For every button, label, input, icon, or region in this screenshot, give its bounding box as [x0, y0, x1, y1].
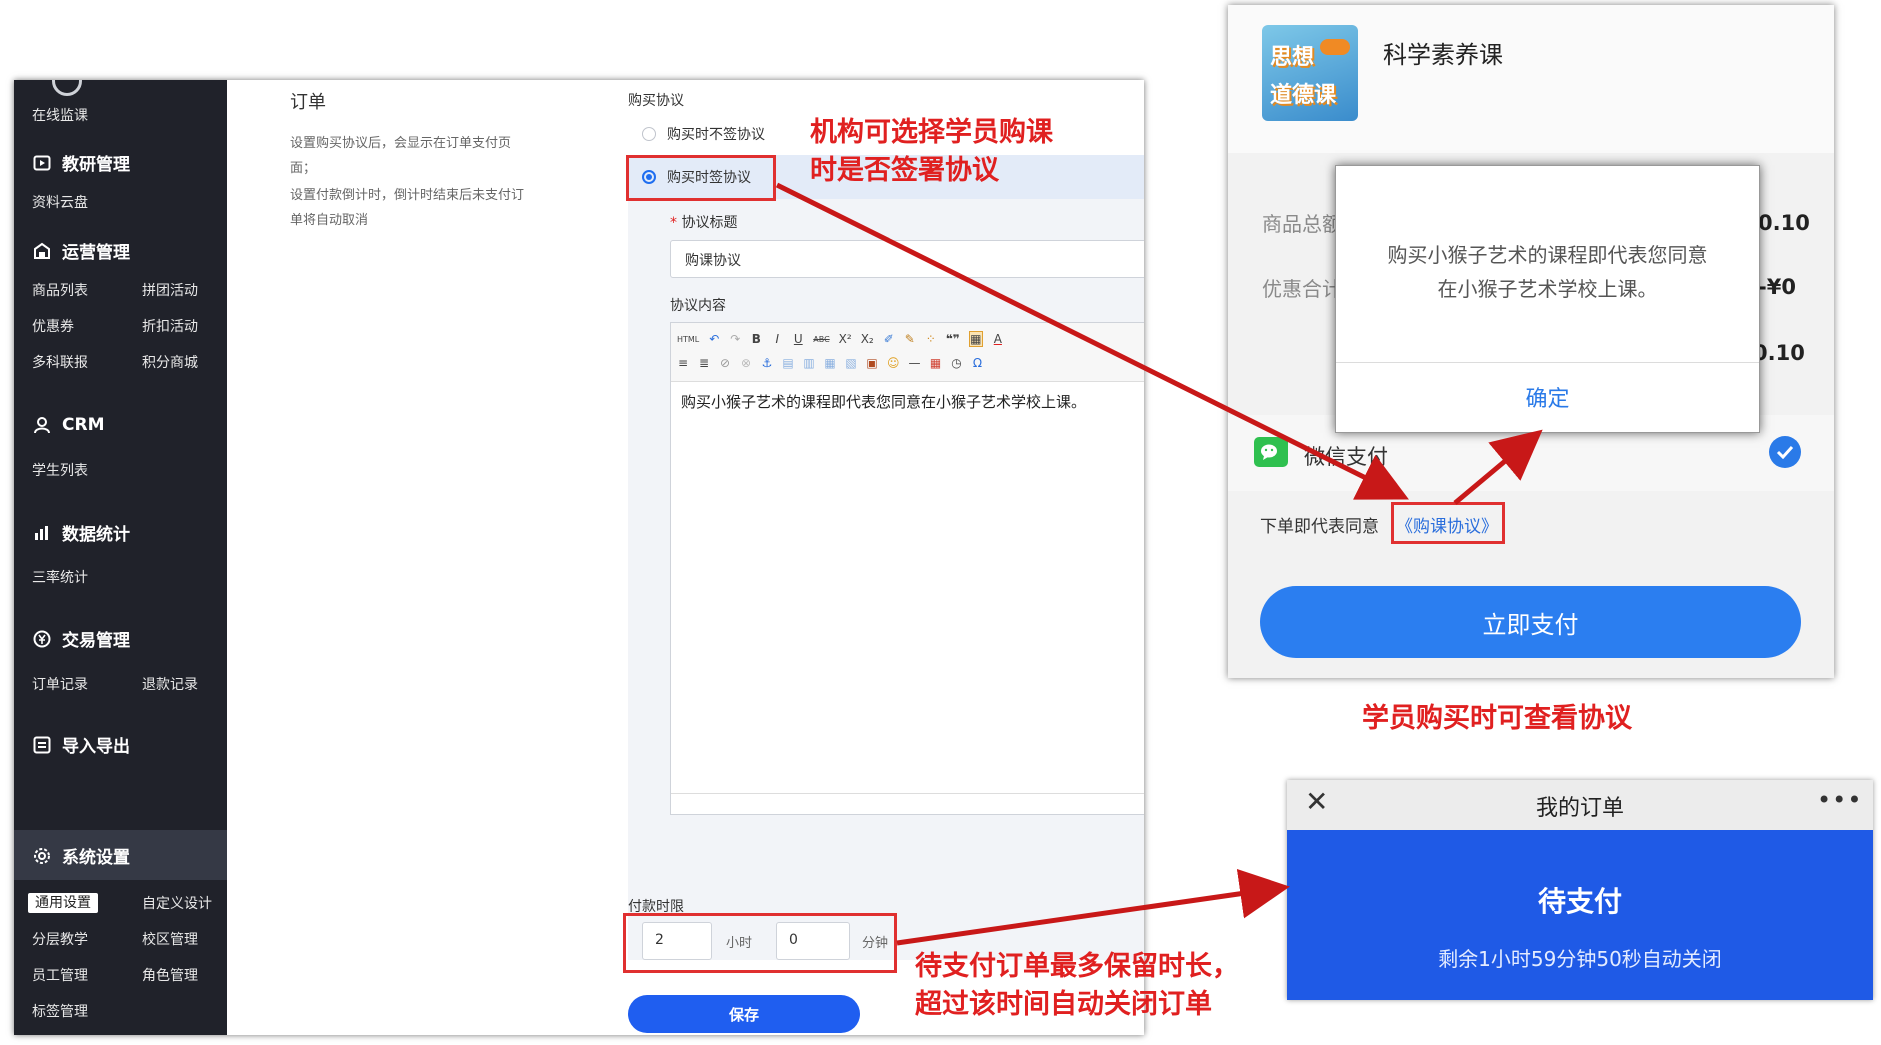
- arrow-to-order-panel: [896, 868, 1290, 946]
- annotation-arrows: [775, 182, 1543, 946]
- arrow-to-dialog: [1453, 429, 1543, 505]
- arrow-to-agreement-link: [775, 182, 1409, 500]
